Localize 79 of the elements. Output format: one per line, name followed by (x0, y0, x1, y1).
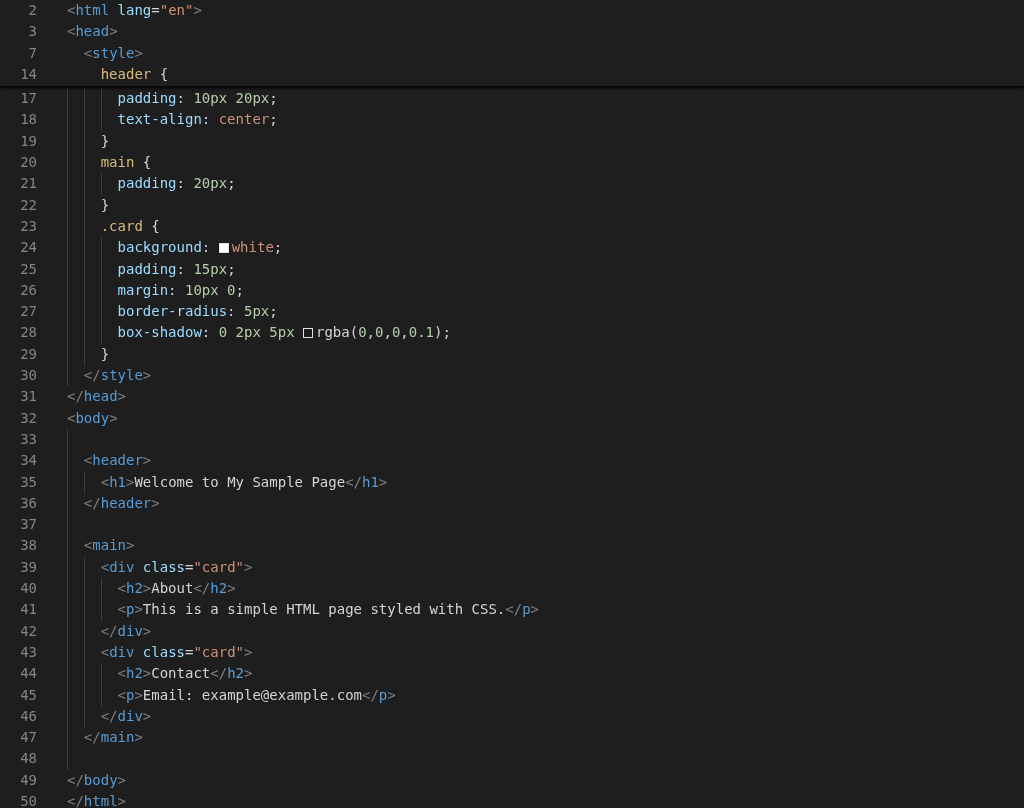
line-number: 44 (19, 664, 37, 684)
line-number: 19 (19, 131, 37, 151)
code-line: </div> (100, 706, 152, 726)
code-line: </style> (83, 366, 152, 386)
line-number: 45 (19, 685, 37, 705)
code-line: </div> (100, 621, 152, 641)
line-number: 20 (19, 153, 37, 173)
code-line: <h2>About</h2> (117, 579, 236, 598)
code-line: } (100, 195, 110, 215)
code-line: .card { (100, 216, 160, 236)
line-number: 3 (27, 22, 37, 42)
line-number: 35 (19, 472, 37, 492)
line-number: 25 (19, 259, 37, 279)
code-line: </head> (67, 387, 126, 407)
line-number: 34 (19, 451, 37, 471)
line-number: 31 (19, 387, 37, 407)
line-number: 26 (19, 280, 37, 300)
line-number: 47 (19, 728, 37, 748)
color-swatch-icon[interactable] (303, 328, 313, 339)
code-line: <p>Email: example@example.com</p> (117, 685, 396, 705)
indent-guide (100, 173, 102, 195)
code-line: <body> (67, 408, 118, 428)
line-number: 42 (19, 621, 37, 641)
code-line: main { (100, 153, 152, 173)
line-number: 21 (19, 174, 37, 194)
line-number: 50 (19, 792, 37, 808)
line-number: 28 (19, 323, 37, 343)
line-number: 29 (19, 344, 37, 364)
line-number: 30 (19, 366, 37, 386)
line-number: 43 (19, 642, 37, 662)
code-line: <h1>Welcome to My Sample Page</h1> (100, 472, 388, 492)
line-number: 33 (19, 429, 37, 449)
line-number: 39 (19, 557, 37, 577)
line-number: 23 (19, 216, 37, 236)
code-line: <div class="card"> (100, 642, 253, 662)
code-line: <div class="card"> (100, 557, 253, 577)
code-line: <style> (83, 43, 143, 63)
code-line: </header> (83, 493, 160, 513)
line-number: 24 (19, 238, 37, 258)
code-text: background: (117, 238, 211, 258)
line-number: 2 (27, 1, 37, 20)
code-line: padding: 15px; (117, 259, 236, 279)
code-text: white; (231, 238, 283, 258)
line-number: 18 (19, 110, 37, 130)
line-number: 41 (19, 600, 37, 620)
code-line: padding: 20px; (117, 174, 236, 194)
line-number: 37 (19, 515, 37, 535)
code-line: <html lang="en"> (67, 1, 202, 20)
indent-guide (83, 471, 85, 493)
line-number: 22 (19, 195, 37, 215)
code-line: <main> (83, 536, 135, 556)
code-text: box-shadow: 0 2px 5px (117, 323, 295, 343)
code-line: </body> (67, 770, 126, 790)
code-line: <head> (67, 22, 118, 42)
code-line: header { (100, 64, 169, 84)
color-swatch-icon[interactable] (218, 242, 229, 253)
line-number: 48 (19, 749, 37, 769)
line-number: 49 (19, 770, 37, 790)
code-line: } (100, 344, 110, 364)
line-number: 27 (19, 302, 37, 322)
code-line: </main> (83, 728, 143, 748)
code-line: <header> (83, 451, 152, 471)
code-line: margin: 10px 0; (117, 280, 244, 300)
code-line: text-align: center; (117, 110, 278, 130)
line-number: 36 (19, 493, 37, 513)
line-number: 46 (19, 706, 37, 726)
code-line: padding: 10px 20px; (117, 89, 278, 109)
line-number: 40 (19, 579, 37, 598)
line-number: 38 (19, 536, 37, 556)
code-line: <h2>Contact</h2> (117, 664, 253, 684)
line-number: 32 (19, 408, 37, 428)
code-text: rgba(0,0,0,0.1); (316, 323, 451, 343)
code-line: </html> (67, 792, 126, 808)
code-line: } (100, 131, 110, 151)
code-line: <p>This is a simple HTML page styled with CSS.</p> (117, 600, 539, 620)
line-number: 14 (19, 64, 37, 84)
code-line: border-radius: 5px; (117, 302, 278, 322)
line-number: 7 (27, 43, 37, 63)
line-number: 17 (19, 89, 37, 109)
